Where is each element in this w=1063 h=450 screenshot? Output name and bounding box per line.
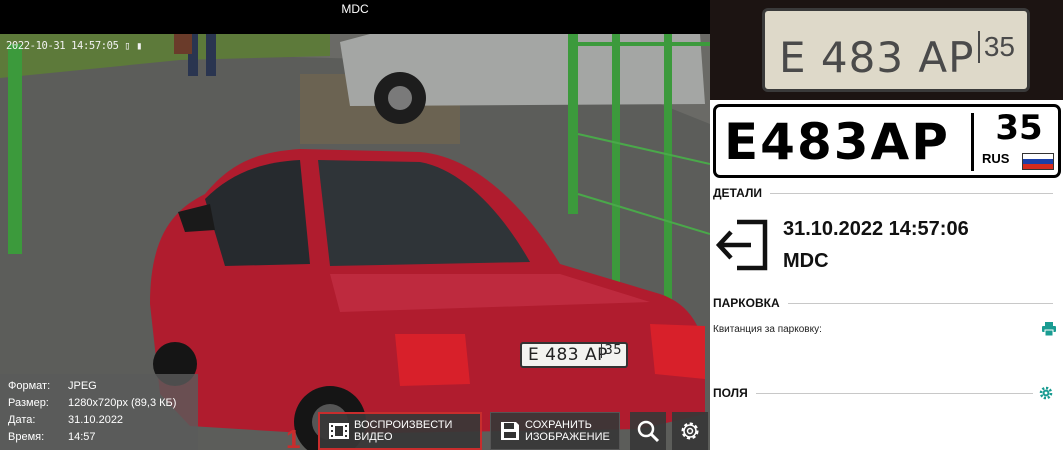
viewer-title: MDC	[0, 0, 710, 34]
plate-crop-image: E 483 AP 35	[710, 0, 1063, 100]
zoom-button[interactable]	[630, 412, 666, 450]
parking-ticket-label: Квитанция за парковку:	[713, 323, 822, 335]
info-value: 1280x720px (89,3 КБ)	[68, 397, 177, 409]
russian-flag-icon	[1022, 153, 1054, 170]
save-image-label: СОХРАНИТЬ ИЗОБРАЖЕНИЕ	[525, 419, 610, 443]
cropped-plate: E 483 AP 35	[762, 8, 1030, 92]
annotation-marker: 1	[286, 424, 301, 450]
parking-section-header: ПАРКОВКА	[713, 296, 1053, 310]
entry-arrow-icon	[715, 219, 768, 271]
play-video-label-line1: ВОСПРОИЗВЕСТИ	[354, 419, 453, 431]
viewer-toolbar: ВОСПРОИЗВЕСТИ ВИДЕО СОХРАНИТЬ ИЗОБРАЖЕНИ…	[318, 412, 710, 450]
film-icon	[329, 423, 349, 439]
play-video-label-line2: ВИДЕО	[354, 431, 393, 443]
section-divider	[787, 302, 1053, 304]
section-divider	[769, 192, 1053, 194]
details-heading: ДЕТАЛИ	[713, 186, 762, 200]
vehicle-plate-region: 35	[601, 344, 622, 358]
info-row-date: Дата: 31.10.2022	[8, 412, 190, 429]
gear-icon[interactable]	[1039, 386, 1053, 400]
details-section-header: ДЕТАЛИ	[713, 186, 1053, 200]
parking-heading: ПАРКОВКА	[713, 296, 780, 310]
fields-section-header: ПОЛЯ	[713, 386, 1053, 400]
info-label: Размер:	[8, 397, 49, 409]
cropped-plate-number: E 483 AP	[779, 33, 975, 82]
info-label: Формат:	[8, 380, 51, 392]
recognized-plate: E483AP 35 RUS	[713, 104, 1061, 178]
info-label: Время:	[8, 431, 45, 443]
event-camera: MDC	[783, 250, 829, 272]
info-value: 31.10.2022	[68, 414, 124, 426]
section-divider	[755, 392, 1033, 394]
parking-ticket-row: Квитанция за парковку:	[713, 320, 1056, 338]
image-timestamp: 2022-10-31 14:57:05 ▯ ▮	[6, 40, 143, 52]
save-image-label-line2: ИЗОБРАЖЕНИЕ	[525, 431, 610, 443]
info-row-size: Размер: 1280x720px (89,3 КБ)	[8, 395, 190, 412]
save-image-button[interactable]: СОХРАНИТЬ ИЗОБРАЖЕНИЕ	[490, 412, 620, 450]
info-row-time: Время: 14:57	[8, 429, 190, 446]
magnifier-icon	[637, 420, 660, 443]
vehicle-plate-number: E 483 AP	[528, 345, 608, 365]
info-value: 14:57	[68, 431, 96, 443]
info-row-format: Формат: JPEG	[8, 378, 190, 395]
vehicle-license-plate: E 483 AP 35	[520, 342, 628, 368]
recognized-plate-country: RUS	[982, 151, 1010, 166]
recognized-plate-region: 35	[995, 108, 1043, 148]
recognition-panel: E 483 AP 35 E483AP 35 RUS ДЕТАЛИ 31.10.2…	[710, 0, 1063, 450]
gear-icon	[681, 422, 699, 440]
image-info-overlay: Формат: JPEG Размер: 1280x720px (89,3 КБ…	[0, 374, 198, 450]
play-video-label: ВОСПРОИЗВЕСТИ ВИДЕО	[354, 419, 452, 443]
floppy-disk-icon	[501, 422, 519, 440]
recognized-plate-number: E483AP	[724, 113, 974, 171]
fields-heading: ПОЛЯ	[713, 386, 748, 400]
viewer-settings-button[interactable]	[672, 412, 708, 450]
play-video-button[interactable]: ВОСПРОИЗВЕСТИ ВИДЕО	[318, 412, 482, 450]
event-datetime: 31.10.2022 14:57:06	[783, 218, 969, 240]
printer-icon[interactable]	[1042, 322, 1056, 336]
camera-viewer: MDC 2022-10-31 14:57:05 ▯ ▮ E 483 AP 35 …	[0, 0, 710, 450]
info-label: Дата:	[8, 414, 36, 426]
info-value: JPEG	[68, 380, 97, 392]
cropped-plate-region: 35	[977, 31, 1015, 63]
save-image-label-line1: СОХРАНИТЬ	[525, 419, 592, 431]
event-details: 31.10.2022 14:57:06 MDC	[713, 204, 1053, 284]
